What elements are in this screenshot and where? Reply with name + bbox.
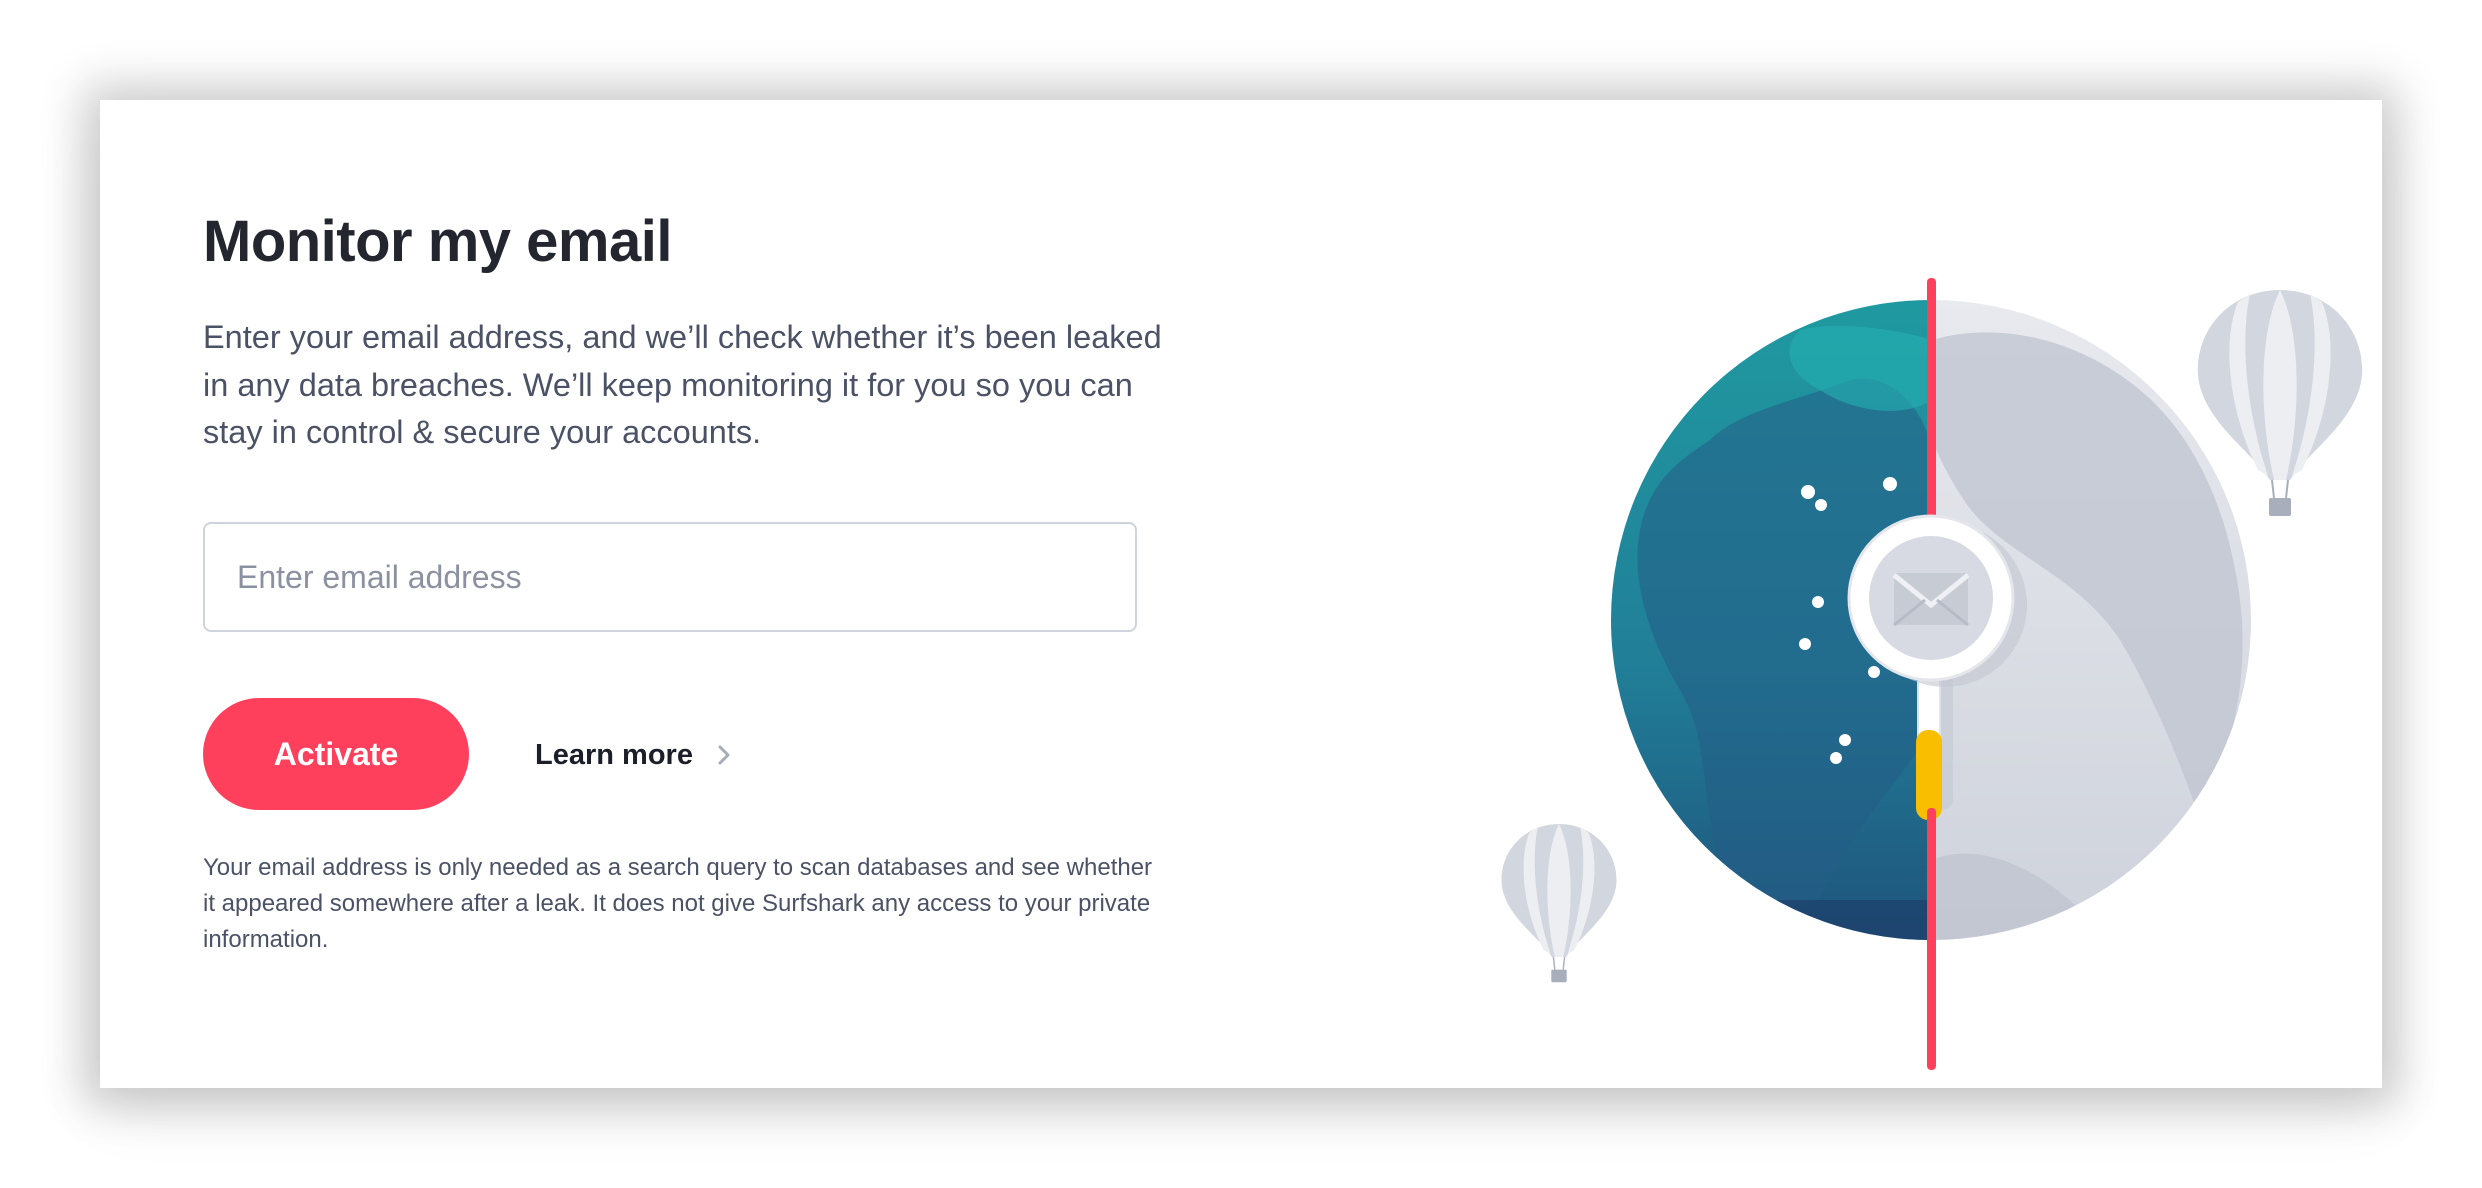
privacy-disclaimer: Your email address is only needed as a s…: [203, 854, 1153, 953]
email-input[interactable]: [203, 522, 1137, 632]
page-title: Monitor my email: [203, 209, 672, 274]
monitor-form-panel: Monitor my email Enter your email addres…: [203, 100, 1163, 1088]
email-monitor-card: Monitor my email Enter your email addres…: [100, 100, 2382, 1088]
chevron-right-icon: [718, 745, 730, 765]
hot-air-balloon-icon: [1501, 824, 1617, 983]
hot-air-balloon-icon: [2197, 290, 2363, 516]
learn-more-link[interactable]: Learn more: [535, 734, 733, 776]
email-monitor-illustration: [1501, 278, 2363, 1070]
page-description: Enter your email address, and we’ll chec…: [203, 319, 1162, 450]
activate-button[interactable]: Activate: [203, 698, 469, 810]
envelope-icon: [1892, 573, 1970, 627]
learn-more-label: Learn more: [535, 738, 693, 771]
